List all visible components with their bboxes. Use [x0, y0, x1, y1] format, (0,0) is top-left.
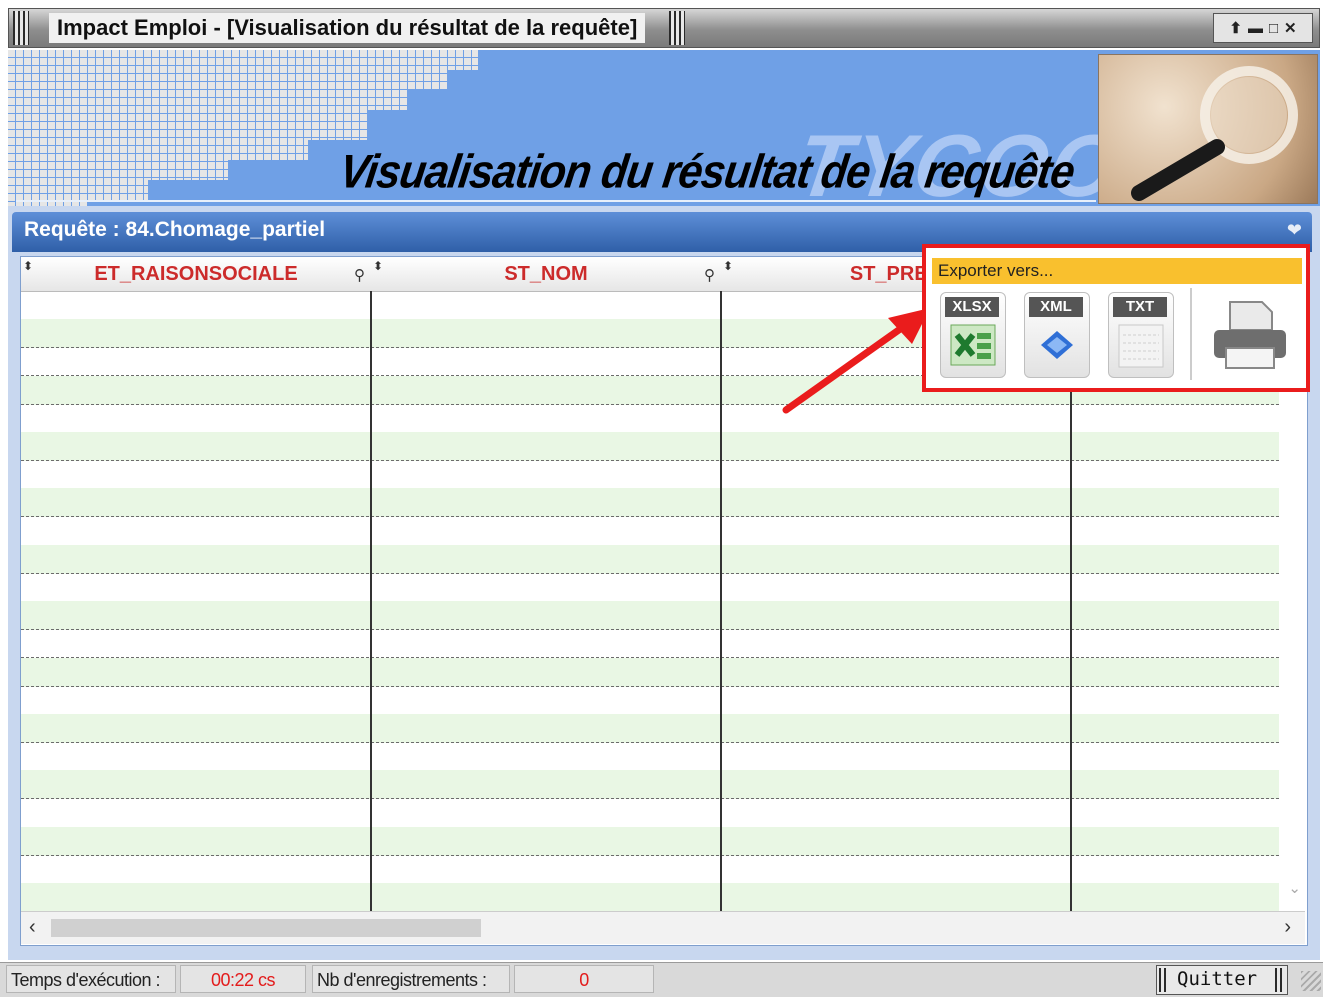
- chevron-left-icon[interactable]: ‹: [29, 916, 36, 939]
- print-icon[interactable]: [1210, 300, 1290, 370]
- xlsx-tag: XLSX: [945, 297, 999, 317]
- restore-icon[interactable]: ⬆: [1229, 19, 1242, 37]
- xml-tag: XML: [1029, 297, 1083, 317]
- window-title: Impact Emploi - [Visualisation du résult…: [49, 13, 646, 43]
- table-row[interactable]: [21, 460, 1279, 490]
- divider: [1190, 288, 1192, 380]
- collapse-icon[interactable]: ❤: [1287, 220, 1302, 241]
- quit-label: Quitter: [1177, 968, 1258, 990]
- column-header[interactable]: ET_RAISONSOCIALE: [21, 257, 371, 291]
- table-row[interactable]: [21, 573, 1279, 602]
- records-count: 0: [514, 965, 654, 993]
- column-header[interactable]: ST_NOM: [371, 257, 721, 291]
- export-xlsx-button[interactable]: XLSX: [940, 292, 1006, 378]
- xml-icon: [1041, 331, 1073, 359]
- horizontal-scrollbar[interactable]: ‹ ›: [21, 911, 1305, 944]
- table-row[interactable]: [21, 488, 1279, 518]
- magnifier-photo: [1098, 54, 1318, 204]
- banner-title: Visualisation du résultat de la requête: [336, 145, 1078, 199]
- table-row[interactable]: [21, 714, 1279, 743]
- table-row[interactable]: [21, 855, 1279, 884]
- table-row[interactable]: [21, 686, 1279, 715]
- export-xml-button[interactable]: XML: [1024, 292, 1090, 378]
- exec-time-label: Temps d'exécution :: [6, 965, 176, 993]
- search-icon[interactable]: ⚲: [354, 266, 365, 284]
- grip-icon: [1275, 968, 1285, 992]
- text-file-icon: [1118, 324, 1164, 368]
- table-row[interactable]: [21, 826, 1279, 856]
- column-divider[interactable]: [720, 291, 722, 911]
- resize-grip-icon[interactable]: [1301, 971, 1321, 991]
- query-label: Requête : 84.Chomage_partiel: [24, 218, 326, 241]
- records-label: Nb d'enregistrements :: [312, 965, 510, 993]
- window-controls[interactable]: ⬆ ▬ □ ✕: [1213, 13, 1313, 43]
- column-divider[interactable]: [370, 291, 372, 911]
- table-row[interactable]: [21, 544, 1279, 574]
- header-banner: TYCOON Visualisation du résultat de la r…: [8, 50, 1320, 206]
- table-row[interactable]: [21, 657, 1279, 687]
- scrollbar-thumb[interactable]: [51, 919, 481, 937]
- excel-icon: [950, 324, 996, 366]
- close-icon[interactable]: ✕: [1284, 19, 1297, 37]
- table-row[interactable]: [21, 799, 1279, 828]
- grip-icon: [1159, 968, 1169, 992]
- grip-icon: [669, 11, 685, 45]
- table-row[interactable]: [21, 404, 1279, 433]
- status-bar: Temps d'exécution : 00:22 cs Nb d'enregi…: [0, 962, 1323, 997]
- txt-tag: TXT: [1113, 297, 1167, 317]
- exec-time-value: 00:22 cs: [180, 965, 306, 993]
- scroll-down-icon[interactable]: ⌄: [1288, 879, 1301, 897]
- chevron-right-icon[interactable]: ›: [1284, 916, 1291, 939]
- export-panel: Exporter vers... XLSX XML TXT: [922, 244, 1310, 392]
- quit-button[interactable]: Quitter: [1156, 965, 1288, 995]
- search-icon[interactable]: ⚲: [704, 266, 715, 284]
- grip-icon: [13, 11, 29, 45]
- table-row[interactable]: [21, 517, 1279, 546]
- red-arrow-annotation: [782, 308, 930, 414]
- table-row[interactable]: [21, 742, 1279, 772]
- table-row[interactable]: [21, 770, 1279, 800]
- export-label: Exporter vers...: [932, 258, 1302, 284]
- table-row[interactable]: [21, 629, 1279, 659]
- minimize-icon[interactable]: ▬: [1248, 20, 1263, 37]
- divider: [16, 200, 1096, 202]
- table-row[interactable]: [21, 432, 1279, 461]
- table-row[interactable]: [21, 883, 1279, 913]
- maximize-icon[interactable]: □: [1269, 20, 1278, 37]
- export-txt-button[interactable]: TXT: [1108, 292, 1174, 378]
- title-bar: Impact Emploi - [Visualisation du résult…: [8, 8, 1320, 48]
- table-row[interactable]: [21, 601, 1279, 631]
